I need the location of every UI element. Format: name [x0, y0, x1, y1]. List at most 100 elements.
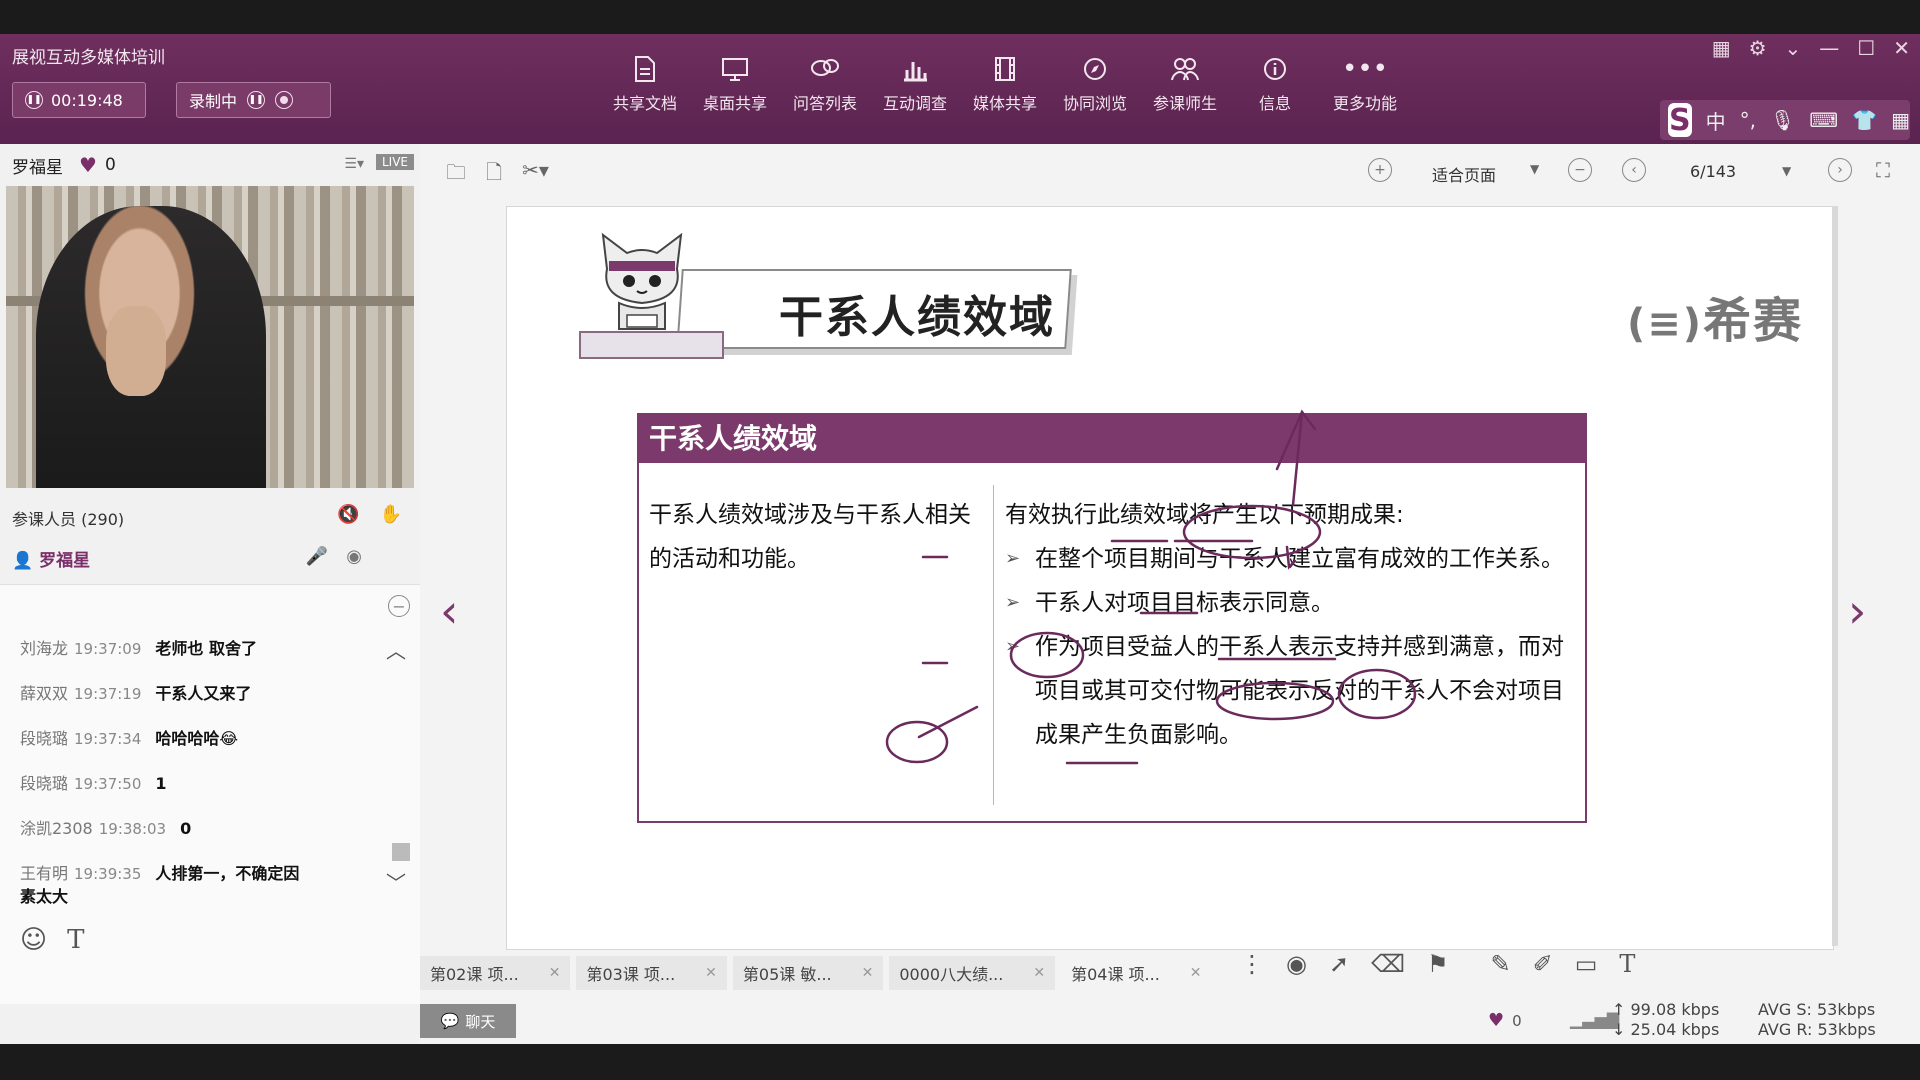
folder-icon[interactable]: 🗀 [446, 158, 466, 192]
emoji-icon[interactable]: ☺ [20, 925, 47, 955]
record-control[interactable]: 录制中 ❚❚ [176, 82, 331, 118]
presenter-video[interactable] [6, 186, 414, 488]
zoom-in-icon[interactable]: + [1368, 158, 1392, 182]
divider-icon: ⋮ [1240, 950, 1264, 978]
like-counter[interactable]: ♥ 0 [1488, 1010, 1522, 1031]
heart-icon[interactable]: ♥ [79, 153, 97, 177]
highlighter-icon[interactable]: ✎ [1491, 950, 1511, 978]
fit-page-select[interactable]: 适合页面 [1432, 162, 1496, 186]
content-definition: 干系人绩效域涉及与干系人相关的活动和功能。 [649, 502, 971, 572]
pen-icon[interactable]: ✐ [1533, 950, 1553, 978]
file-icon[interactable]: 🗋 [486, 158, 502, 192]
doc-tab-active[interactable]: 第04课 项... ✕ [1061, 956, 1211, 990]
tool-survey[interactable]: 互动调查 [870, 54, 960, 114]
next-page-icon[interactable]: › [1828, 158, 1852, 182]
brand-mark-icon: (≡) [1627, 301, 1704, 347]
document-tabs: 第02课 项... ✕ 第03课 项... ✕ 第05课 敏... ✕ 0000八大绩… [420, 956, 1212, 990]
stamp-icon[interactable]: ⚑ [1427, 950, 1449, 978]
text-tool-icon[interactable]: T [1619, 950, 1635, 978]
presenter-name: 罗福星 [12, 157, 63, 178]
video-layout-icon[interactable]: ☰▾ [344, 156, 364, 172]
chat-message: 段晓璐 19:37:34 哈哈哈哈😂 [20, 729, 239, 748]
text-format-icon[interactable]: T [67, 925, 84, 955]
teacher-controls: 🎤 ◉ [306, 546, 362, 567]
chat-message: 薛双双 19:37:19 干系人又来了 [20, 684, 252, 703]
outcome-bullet: 作为项目受益人的干系人表示支持并感到满意，而对项目或其可交付物可能表示反对的干系… [1005, 625, 1565, 757]
cat-mascot-icon [601, 232, 683, 330]
collapse-icon[interactable]: ⌄ [1785, 36, 1802, 60]
timer-display[interactable]: ❚❚ 00:19:48 [12, 82, 146, 118]
film-icon [990, 54, 1020, 84]
outcome-bullet: 在整个项目期间与干系人建立富有成效的工作关系。 [1005, 537, 1565, 581]
doc-tab[interactable]: 第03课 项... ✕ [576, 956, 727, 990]
slide-next-arrow[interactable]: › [1848, 584, 1866, 638]
tool-desktop-share[interactable]: 桌面共享 [690, 54, 780, 114]
pointer-icon[interactable]: ➚ [1329, 950, 1349, 978]
prev-page-icon[interactable]: ‹ [1622, 158, 1646, 182]
doc-tab[interactable]: 0000八大绩... ✕ [889, 956, 1056, 990]
chevron-up-icon[interactable]: ︿ [386, 635, 406, 664]
zoom-out-icon[interactable]: − [1568, 158, 1592, 182]
close-icon[interactable]: ✕ [1893, 36, 1910, 60]
content-box: 干系人绩效域 干系人绩效域涉及与干系人相关的活动和功能。 有效执行此绩效域将产生… [637, 413, 1587, 823]
keyboard-icon[interactable]: ⌨ [1809, 108, 1838, 132]
mute-all-icon[interactable]: 🔇 [337, 504, 359, 525]
hand-icon[interactable]: ✋ [380, 504, 402, 525]
bar-chart-icon [900, 54, 930, 84]
chevron-down-icon[interactable]: ﹀ [386, 867, 406, 896]
tool-participants[interactable]: 参课师生 [1140, 54, 1230, 114]
ime-bar[interactable]: S 中 °, 🎙 ⌨ 👕 ▦ [1660, 100, 1910, 140]
maximize-icon[interactable]: ☐ [1857, 36, 1875, 60]
chat-scrollbar[interactable] [392, 843, 410, 861]
camera-icon[interactable]: ◉ [346, 546, 362, 567]
live-badge: LIVE [375, 154, 414, 170]
chat-icon: 💬 [440, 1012, 460, 1030]
teacher-row[interactable]: 👤 罗福星 [12, 546, 90, 571]
tool-co-browse[interactable]: 协同浏览 [1050, 54, 1140, 114]
slide-scrollbar[interactable] [1832, 206, 1838, 946]
slide-prev-arrow[interactable]: ‹ [440, 584, 458, 638]
main-toolbar: 共享文档 桌面共享 问答列表 互动调查 媒体共享 协同浏览 参课师生 信息 ••… [600, 54, 1410, 114]
record-label: 录制中 [189, 92, 238, 111]
microphone-icon[interactable]: 🎤 [306, 546, 328, 567]
fullscreen-icon[interactable]: ⛶ [1876, 158, 1890, 182]
page-dropdown-icon[interactable]: ▼ [1782, 164, 1791, 178]
tool-media-share[interactable]: 媒体共享 [960, 54, 1050, 114]
tool-share-doc[interactable]: 共享文档 [600, 54, 690, 114]
pause-icon: ❚❚ [25, 91, 43, 109]
page-indicator[interactable]: 6/143 [1690, 162, 1736, 181]
chat-message: 刘海龙 19:37:09 老师也 取舍了 [20, 639, 257, 658]
settings-icon[interactable]: ⚙ [1749, 36, 1767, 60]
scissors-icon[interactable]: ✂▾ [522, 158, 549, 192]
close-tab-icon[interactable]: ✕ [1033, 965, 1045, 981]
record-dot-icon[interactable]: ◉ [1286, 950, 1307, 978]
fit-dropdown-icon[interactable]: ▼ [1530, 162, 1539, 176]
chat-minimize-icon[interactable]: − [388, 595, 410, 617]
close-tab-icon[interactable]: ✕ [862, 965, 874, 981]
tool-qa-list[interactable]: 问答列表 [780, 54, 870, 114]
doc-tab[interactable]: 第05课 敏... ✕ [732, 956, 884, 990]
tool-info[interactable]: 信息 [1230, 54, 1320, 114]
close-tab-icon[interactable]: ✕ [549, 965, 561, 981]
punctuation-icon[interactable]: °, [1740, 108, 1756, 132]
mic-icon[interactable]: 🎙 [1770, 108, 1795, 132]
slide-page[interactable]: 干系人绩效域 (≡)希赛 干系人绩效域 干系人绩效域涉及与干系人相关的活动和功能… [506, 206, 1834, 950]
eraser-icon[interactable]: ⌫ [1371, 950, 1405, 978]
layout-icon[interactable]: ▦ [1712, 36, 1731, 60]
close-tab-icon[interactable]: ✕ [1190, 965, 1202, 981]
compass-icon [1080, 54, 1110, 84]
record-stop-icon[interactable] [275, 91, 294, 109]
close-tab-icon[interactable]: ✕ [705, 965, 717, 981]
ime-lang[interactable]: 中 [1706, 106, 1726, 135]
minimize-icon[interactable]: — [1819, 36, 1839, 60]
brand-logo: (≡)希赛 [1627, 293, 1804, 349]
avg-bitrate-display: AVG S: 53kbps AVG R: 53kbps [1758, 1000, 1876, 1039]
grid-icon[interactable]: ▦ [1891, 108, 1910, 132]
app-title: 展视互动多媒体培训 [12, 48, 165, 68]
chat-button[interactable]: 💬 聊天 [420, 1004, 516, 1038]
skin-icon[interactable]: 👕 [1852, 108, 1877, 132]
record-pause-icon[interactable]: ❚❚ [247, 91, 266, 109]
doc-tab[interactable]: 第02课 项... ✕ [420, 956, 571, 990]
rectangle-icon[interactable]: ▭ [1575, 950, 1598, 978]
tool-more[interactable]: ••• 更多功能 [1320, 54, 1410, 114]
